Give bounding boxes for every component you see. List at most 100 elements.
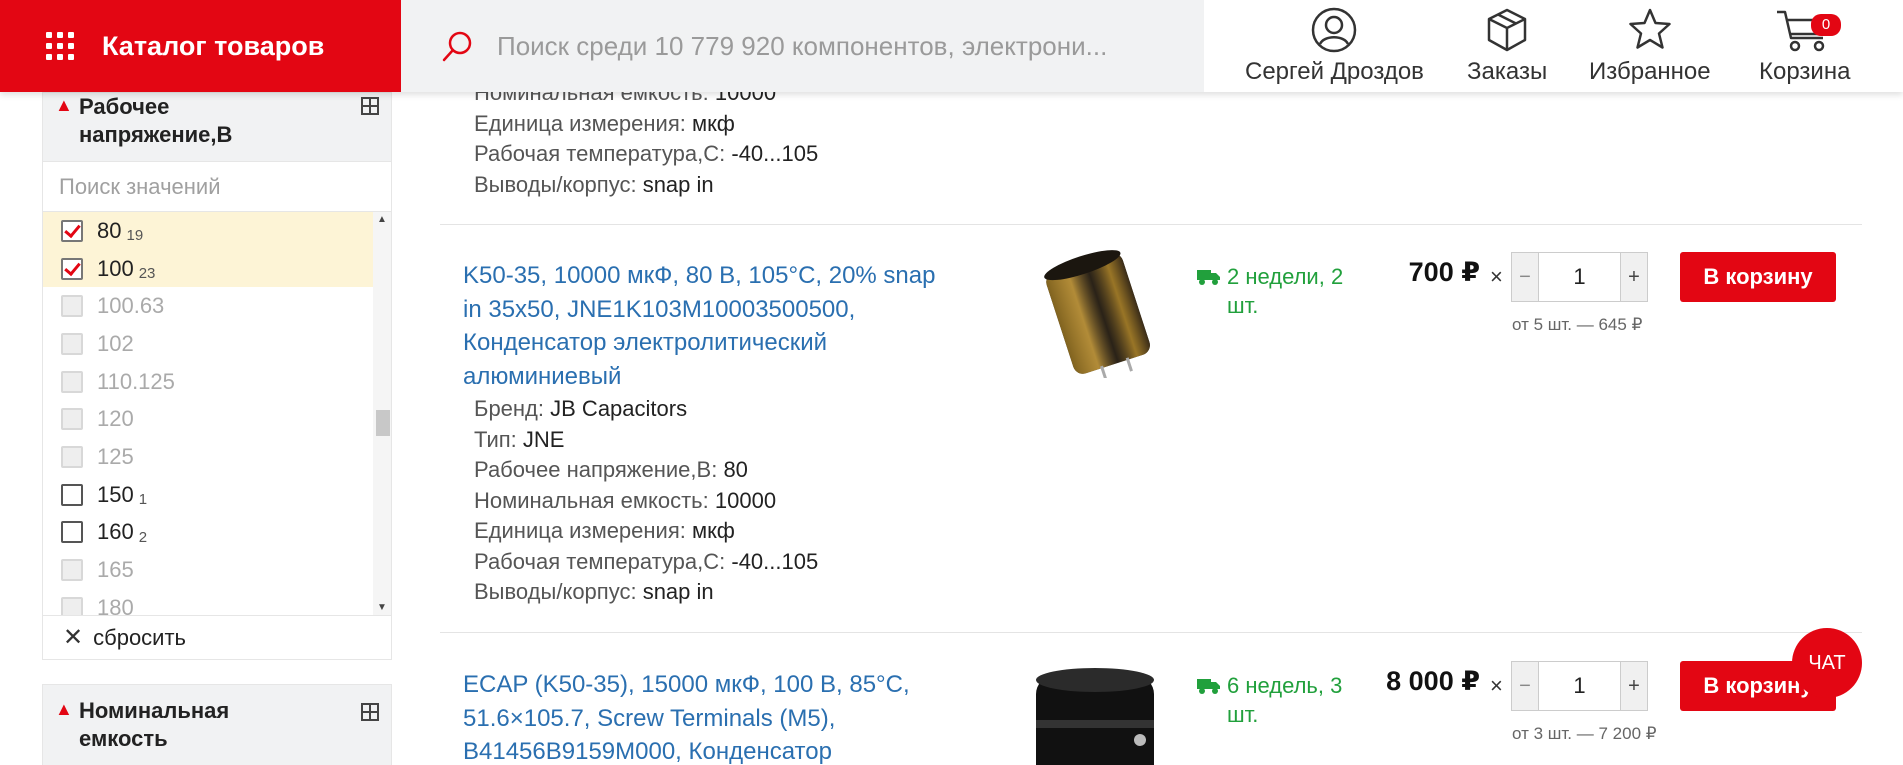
collapse-triangle-icon[interactable]: ▲ <box>55 95 73 116</box>
checkbox <box>61 295 83 318</box>
bulk-price-text: от 3 шт. — 7 200 ₽ <box>1512 724 1657 743</box>
checkbox <box>61 596 83 615</box>
site-header: Каталог товаров Сергей Дроздов Заказы Из… <box>0 0 1903 92</box>
checkbox[interactable] <box>61 521 83 544</box>
value-search <box>43 162 391 212</box>
filter-value-option: 120 <box>43 400 391 438</box>
orders-link[interactable]: Заказы <box>1467 6 1547 86</box>
value-count: 23 <box>138 265 156 283</box>
cart-count-badge: 0 <box>1811 14 1841 36</box>
value-label: 110.125 <box>97 368 175 394</box>
filter-voltage-body: 801910023100.63102110.125120125150116021… <box>42 162 392 660</box>
filter-value-option[interactable]: 80 19 <box>43 212 391 250</box>
value-search-input[interactable] <box>59 173 359 200</box>
filter-capacity-header[interactable]: ▲ Номинальная емкость <box>42 684 392 765</box>
truck-icon <box>1197 270 1220 285</box>
filter-voltage-header[interactable]: ▲ Рабочее напряжение,В <box>42 92 392 162</box>
multiply-sign: × <box>1490 264 1503 289</box>
user-icon <box>1312 7 1357 53</box>
value-label: 150 <box>97 481 134 507</box>
prev-product-props: Номинальная емкость: 10000 Единица измер… <box>474 78 818 200</box>
prop-row: Рабочая температура,С: -40...105 <box>474 548 819 574</box>
quantity-value[interactable]: 1 <box>1538 662 1621 710</box>
value-label: 80 <box>97 217 122 243</box>
checkbox <box>61 445 83 468</box>
value-label: 102 <box>97 330 134 356</box>
favorites-link[interactable]: Избранное <box>1589 6 1711 86</box>
filter-value-option[interactable]: 100 23 <box>43 249 391 288</box>
favorites-label: Избранное <box>1589 58 1711 85</box>
increment-button[interactable]: + <box>1621 253 1647 301</box>
cart-label: Корзина <box>1759 58 1851 85</box>
value-count: 1 <box>138 491 148 509</box>
product-title-link[interactable]: ECAP (K50-35), 15000 мкФ, 100 В, 85°C, 5… <box>463 668 943 765</box>
filter-value-option: 110.125 <box>43 363 391 401</box>
value-label: 160 <box>97 519 134 545</box>
value-list: 80 19 100 23 100.63 102 110.125 120 125 150 1 160 2 1… <box>43 212 391 615</box>
filter-voltage-title: Рабочее напряжение,В <box>79 94 233 147</box>
prop-row: Тип: JNE <box>474 426 565 452</box>
checkbox[interactable] <box>61 257 83 280</box>
prop-row: Рабочая температура,С: -40...105 <box>474 141 819 166</box>
product-image-capacitor[interactable] <box>1030 660 1170 765</box>
filter-value-option: 165 <box>43 551 391 589</box>
profile-label: Сергей Дроздов <box>1245 58 1424 85</box>
multiply-sign: × <box>1490 673 1503 698</box>
value-label: 180 <box>97 594 134 615</box>
search-input[interactable] <box>497 30 1197 62</box>
product-price: 700 ₽ <box>1408 257 1480 287</box>
star-icon <box>1629 8 1671 49</box>
prop-row: Номинальная емкость: 10000 <box>474 487 777 513</box>
checkbox <box>61 408 83 431</box>
truck-icon <box>1197 679 1220 694</box>
value-label: 120 <box>97 406 134 432</box>
scroll-up-icon[interactable]: ▲ <box>377 214 387 225</box>
expand-plus-icon[interactable] <box>361 703 379 721</box>
chat-button[interactable]: ЧАТ <box>1792 628 1862 698</box>
value-count: 2 <box>138 528 148 546</box>
reset-filter-button[interactable]: ✕ сбросить <box>43 615 391 659</box>
expand-plus-icon[interactable] <box>361 97 379 115</box>
value-list-scrollbar[interactable]: ▲ ▼ <box>373 212 391 615</box>
prop-row: Бренд: JB Capacitors <box>474 396 688 421</box>
search-icon[interactable] <box>441 29 475 63</box>
prop-row: Единица измерения: мкф <box>474 518 735 543</box>
filters-sidebar: ▲ Рабочее напряжение,В 801910023100.6310… <box>42 92 392 765</box>
filter-value-option: 102 <box>43 325 391 363</box>
catalog-button[interactable]: Каталог товаров <box>0 0 401 92</box>
quantity-value[interactable]: 1 <box>1538 253 1621 301</box>
scrollbar-thumb[interactable] <box>376 410 390 436</box>
reset-label: сбросить <box>93 624 187 650</box>
scroll-down-icon[interactable]: ▼ <box>377 602 387 613</box>
box-icon <box>1487 8 1527 52</box>
decrement-button[interactable]: − <box>1512 662 1538 710</box>
product-price: 8 000 ₽ <box>1386 666 1480 696</box>
filter-value-option: 100.63 <box>43 287 391 325</box>
checkbox[interactable] <box>61 483 83 506</box>
product-image-capacitor[interactable] <box>1030 248 1170 378</box>
filter-value-option: 125 <box>43 438 391 476</box>
collapse-triangle-icon[interactable]: ▲ <box>55 699 73 720</box>
increment-button[interactable]: + <box>1621 662 1647 710</box>
prop-row: Выводы/корпус: snap in <box>474 579 714 604</box>
value-count: 19 <box>126 227 144 245</box>
filter-value-option[interactable]: 150 1 <box>43 476 391 514</box>
profile-link[interactable]: Сергей Дроздов <box>1245 6 1424 86</box>
product-props: Бренд: JB Capacitors Тип: JNE Рабочее на… <box>474 394 818 608</box>
checkbox <box>61 559 83 582</box>
decrement-button[interactable]: − <box>1512 253 1538 301</box>
delivery-info: 2 недели, 2 шт. <box>1197 262 1367 320</box>
cart-link[interactable]: 0 Корзина <box>1759 6 1850 86</box>
quantity-stepper: − 1 + <box>1511 661 1648 711</box>
product-divider <box>440 632 1862 633</box>
checkbox <box>61 332 83 355</box>
filter-value-option[interactable]: 160 2 <box>43 514 391 552</box>
add-to-cart-button[interactable]: В корзину <box>1680 252 1836 302</box>
orders-label: Заказы <box>1467 58 1548 85</box>
checkbox[interactable] <box>61 219 83 242</box>
bulk-price-text: от 5 шт. — 645 ₽ <box>1512 315 1643 334</box>
checkbox <box>61 370 83 393</box>
prop-row: Выводы/корпус: snap in <box>474 171 714 197</box>
product-title-link[interactable]: K50-35, 10000 мкФ, 80 В, 105°C, 20% snap… <box>463 259 943 393</box>
filter-capacity-title: Номинальная емкость <box>79 698 230 751</box>
